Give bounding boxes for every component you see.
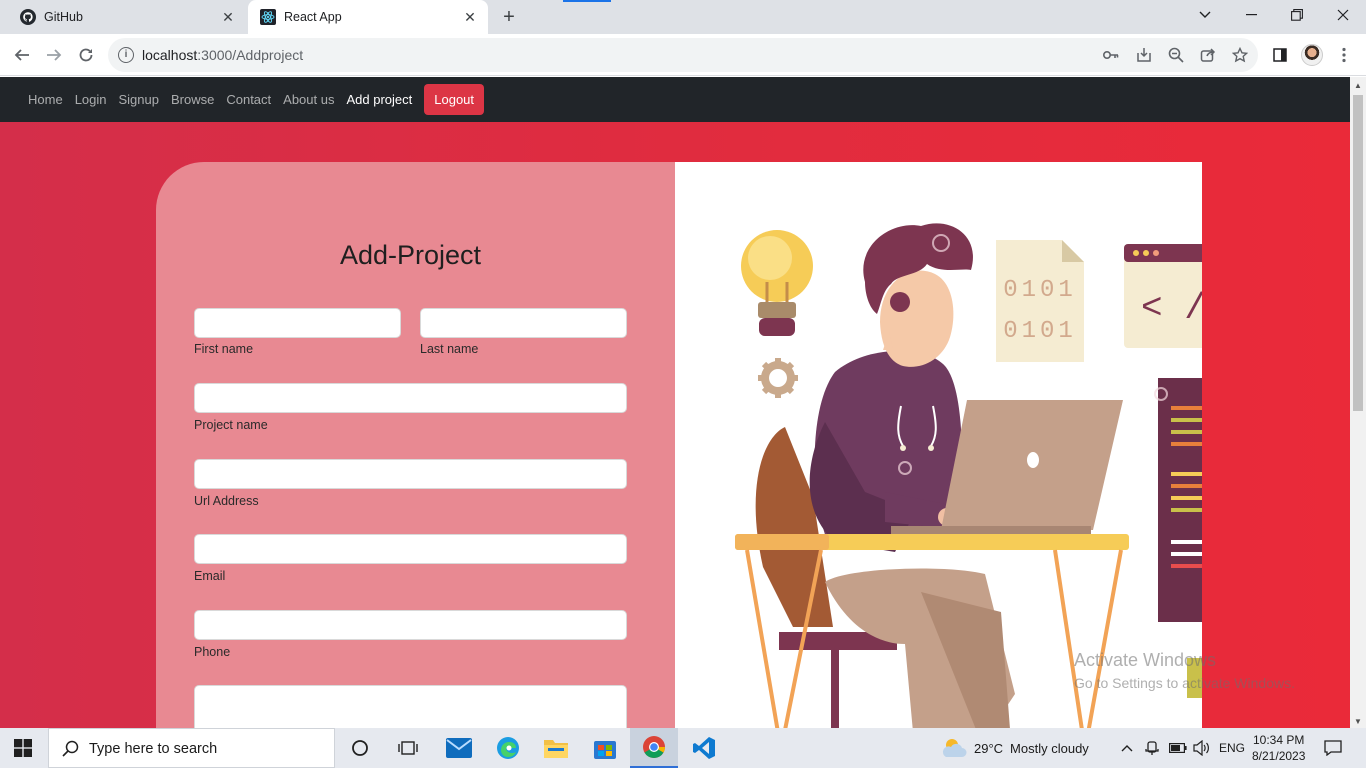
- browser-tab-strip: GitHub ✕ React App ✕ +: [0, 0, 1366, 34]
- tab-title: React App: [284, 10, 342, 24]
- email-label: Email: [194, 569, 226, 583]
- battery-icon[interactable]: [1169, 728, 1187, 768]
- menu-dots-icon[interactable]: [1334, 45, 1354, 65]
- clock-time: 10:34 PM: [1253, 733, 1305, 747]
- install-app-icon[interactable]: [1134, 45, 1154, 65]
- phone-label: Phone: [194, 645, 231, 659]
- bookmark-star-icon[interactable]: [1230, 45, 1250, 65]
- reload-icon[interactable]: [74, 43, 98, 67]
- nav-link-home[interactable]: Home: [22, 77, 69, 122]
- react-icon: [260, 9, 276, 25]
- cloudy-weather-icon: [942, 739, 967, 757]
- tab-title: GitHub: [44, 10, 83, 24]
- mail-app-icon[interactable]: [435, 728, 483, 768]
- url-address-input[interactable]: [194, 459, 627, 489]
- back-arrow-icon[interactable]: [10, 43, 34, 67]
- project-name-input[interactable]: [194, 383, 627, 413]
- volume-icon[interactable]: [1193, 728, 1211, 768]
- profile-avatar[interactable]: [1301, 44, 1323, 66]
- first-name-input[interactable]: [194, 308, 401, 338]
- side-panel-icon[interactable]: [1270, 45, 1290, 65]
- browser-toolbar: i localhost:3000/Addproject: [0, 34, 1366, 76]
- file-explorer-icon[interactable]: [532, 728, 580, 768]
- weather-description: Mostly cloudy: [1010, 740, 1089, 756]
- nav-link-login[interactable]: Login: [69, 77, 113, 122]
- meet-now-icon[interactable]: [1145, 728, 1159, 768]
- microsoft-store-icon[interactable]: [581, 728, 629, 768]
- nav-link-signup[interactable]: Signup: [113, 77, 165, 122]
- description-textarea[interactable]: [194, 685, 627, 728]
- task-view-icon[interactable]: [384, 728, 432, 768]
- first-name-label: First name: [194, 342, 254, 356]
- tab-search-chevron-icon[interactable]: [1182, 0, 1228, 30]
- zoom-icon[interactable]: [1166, 45, 1186, 65]
- scroll-down-arrow-icon[interactable]: ▼: [1354, 717, 1362, 726]
- input-language[interactable]: ENG: [1219, 728, 1245, 768]
- minimize-icon[interactable]: [1228, 0, 1274, 30]
- url-text: localhost:3000/Addproject: [142, 47, 304, 63]
- code-tag-text: < /: [1141, 288, 1202, 329]
- edge-browser-icon[interactable]: [484, 728, 532, 768]
- restore-icon[interactable]: [1274, 0, 1320, 30]
- windows-start-icon[interactable]: [14, 739, 32, 757]
- nav-link-contact[interactable]: Contact: [220, 77, 277, 122]
- nav-link-add-project[interactable]: Add project: [340, 77, 418, 122]
- project-name-label: Project name: [194, 418, 268, 432]
- tab-close-icon[interactable]: ✕: [462, 9, 478, 25]
- binary-line-1: 0101: [1003, 277, 1077, 304]
- logout-button[interactable]: Logout: [424, 84, 485, 115]
- binary-document-icon: 0101 0101: [996, 240, 1084, 362]
- phone-input[interactable]: [194, 610, 627, 640]
- page-scrollbar[interactable]: ▲ ▼: [1350, 77, 1366, 728]
- cortana-icon[interactable]: [336, 728, 384, 768]
- activate-windows-watermark: Activate Windows Go to Settings to activ…: [1074, 650, 1295, 691]
- github-icon: [20, 9, 36, 25]
- site-info-icon[interactable]: i: [118, 47, 134, 63]
- vscode-icon[interactable]: [680, 728, 728, 768]
- add-project-card: Add-Project First name Last name Project…: [156, 162, 1202, 728]
- share-icon[interactable]: [1198, 45, 1218, 65]
- light-bulb-icon: [741, 230, 813, 336]
- search-icon: [62, 740, 79, 757]
- tab-github[interactable]: GitHub ✕: [8, 0, 246, 34]
- system-clock[interactable]: 10:34 PM 8/21/2023: [1252, 728, 1305, 768]
- gear-icon: [758, 358, 798, 398]
- weather-widget[interactable]: 29°C Mostly cloudy: [940, 728, 1089, 768]
- close-window-icon[interactable]: [1320, 0, 1366, 30]
- code-window-icon: < /: [1124, 244, 1202, 348]
- scrollbar-thumb[interactable]: [1353, 95, 1363, 411]
- chrome-browser-icon[interactable]: [630, 728, 678, 768]
- show-hidden-icons-chevron[interactable]: [1121, 728, 1133, 768]
- forward-arrow-icon[interactable]: [42, 43, 66, 67]
- weather-temperature: 29°C: [974, 740, 1004, 756]
- nav-link-browse[interactable]: Browse: [165, 77, 220, 122]
- taskbar-search-box[interactable]: Type here to search: [48, 728, 335, 768]
- last-name-label: Last name: [420, 342, 479, 356]
- binary-line-2: 0101: [1003, 318, 1077, 345]
- add-project-form: Add-Project First name Last name Project…: [156, 162, 675, 728]
- page-viewport: Home Login Signup Browse Contact About u…: [0, 77, 1350, 728]
- key-icon[interactable]: [1101, 45, 1121, 65]
- clock-date: 8/21/2023: [1252, 749, 1306, 763]
- form-title: Add-Project: [339, 240, 482, 270]
- address-bar[interactable]: i localhost:3000/Addproject: [108, 38, 1258, 72]
- nav-link-about-us[interactable]: About us: [277, 77, 340, 122]
- notifications-icon[interactable]: [1324, 728, 1342, 768]
- search-placeholder: Type here to search: [89, 741, 218, 757]
- last-name-input[interactable]: [420, 308, 627, 338]
- url-address-label: Url Address: [194, 494, 259, 508]
- developer-illustration: 0101 0101 < /: [675, 162, 1202, 728]
- tab-close-icon[interactable]: ✕: [220, 9, 236, 25]
- windows-taskbar: Type here to search 29°C Mostly cloudy E…: [0, 728, 1366, 768]
- tab-react-app[interactable]: React App ✕: [248, 0, 488, 34]
- email-input[interactable]: [194, 534, 627, 564]
- new-tab-plus-icon[interactable]: +: [498, 6, 520, 28]
- tab-accent-bar: [563, 0, 611, 2]
- site-navbar: Home Login Signup Browse Contact About u…: [0, 77, 1350, 122]
- scroll-up-arrow-icon[interactable]: ▲: [1354, 81, 1362, 90]
